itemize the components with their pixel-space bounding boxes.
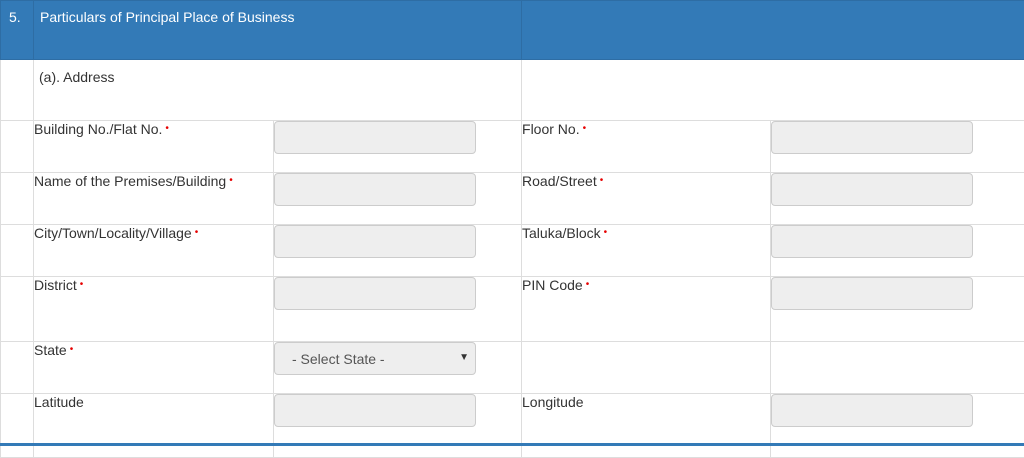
required-indicator: • (583, 123, 587, 134)
empty-cell (771, 342, 1024, 394)
business-address-form: 5. Particulars of Principal Place of Bus… (0, 0, 1024, 458)
required-indicator: • (80, 279, 84, 290)
required-indicator: • (70, 344, 74, 355)
state-label: State• (34, 342, 274, 394)
building-no-label: Building No./Flat No.• (34, 121, 274, 173)
subsection-label: (a). Address (34, 60, 522, 121)
subsection-blank (522, 60, 1024, 121)
empty-cell (522, 342, 771, 394)
district-label: District• (34, 277, 274, 342)
pin-code-input[interactable] (771, 277, 973, 310)
row-indent (1, 225, 34, 277)
required-indicator: • (604, 227, 608, 238)
state-select-value: - Select State - (292, 351, 385, 367)
pin-code-label: PIN Code• (522, 277, 771, 342)
road-input[interactable] (771, 173, 973, 206)
row-indent (1, 173, 34, 225)
section-header-blank (522, 1, 1024, 60)
form-row: Building No./Flat No.• Floor No.• (1, 121, 1024, 173)
form-row: Name of the Premises/Building• Road/Stre… (1, 173, 1024, 225)
row-indent (1, 60, 34, 121)
premises-input[interactable] (274, 173, 476, 206)
road-label: Road/Street• (522, 173, 771, 225)
required-indicator: • (195, 227, 199, 238)
section-number: 5. (1, 1, 34, 60)
form-row: District• PIN Code• (1, 277, 1024, 342)
row-indent (1, 277, 34, 342)
longitude-label: Longitude (522, 394, 771, 458)
row-indent (1, 342, 34, 394)
floor-no-label: Floor No.• (522, 121, 771, 173)
taluka-label: Taluka/Block• (522, 225, 771, 277)
floor-no-input[interactable] (771, 121, 973, 154)
section-header-row: 5. Particulars of Principal Place of Bus… (1, 1, 1024, 60)
section-title: Particulars of Principal Place of Busine… (34, 1, 522, 60)
district-input[interactable] (274, 277, 476, 310)
city-label: City/Town/Locality/Village• (34, 225, 274, 277)
form-row: State• - Select State - ▼ (1, 342, 1024, 394)
form-row: Latitude Longitude (1, 394, 1024, 458)
latitude-label: Latitude (34, 394, 274, 458)
row-indent (1, 121, 34, 173)
premises-label: Name of the Premises/Building• (34, 173, 274, 225)
required-indicator: • (165, 123, 169, 134)
subsection-row: (a). Address (1, 60, 1024, 121)
form-row: City/Town/Locality/Village• Taluka/Block… (1, 225, 1024, 277)
longitude-input[interactable] (771, 394, 973, 427)
required-indicator: • (229, 175, 233, 186)
city-input[interactable] (274, 225, 476, 258)
latitude-input[interactable] (274, 394, 476, 427)
caret-down-icon: ▼ (459, 352, 469, 363)
state-select[interactable]: - Select State - ▼ (274, 342, 476, 375)
required-indicator: • (586, 279, 590, 290)
taluka-input[interactable] (771, 225, 973, 258)
row-indent (1, 394, 34, 458)
required-indicator: • (600, 175, 604, 186)
building-no-input[interactable] (274, 121, 476, 154)
